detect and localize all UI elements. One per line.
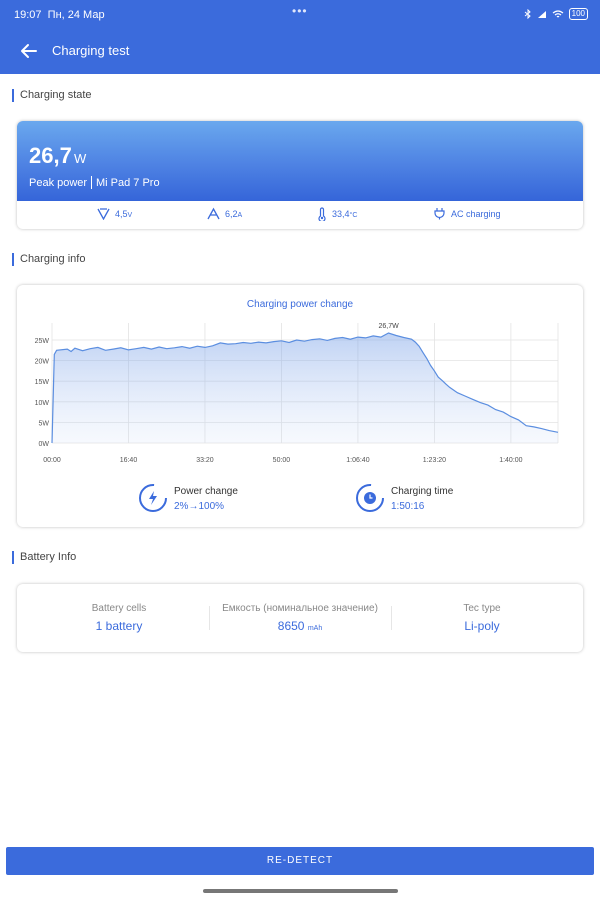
more-dots-icon: ••• [292,4,308,18]
redetect-button[interactable]: RE-DETECT [6,847,594,875]
y-tick-label: 5W [39,420,50,427]
charger-type: AC charging [451,208,501,219]
charging-time-label: Charging time [391,486,454,497]
section-title-charging-info: Charging info [12,253,85,266]
power-change-value: 2%→100% [174,501,225,512]
tec-type-column: Tec type Li-poly [391,584,573,652]
section-title-charging-state: Charging state [12,89,92,102]
power-chart: 0W 5W 10W 15W 20W 25W 00:00 16:40 33:20 50:00 1:06… [35,323,559,464]
battery-cells-value: 1 battery [95,619,143,633]
current-unit: A [237,211,243,219]
x-tick-label: 16:40 [120,457,138,464]
divider [91,176,92,189]
status-bar: 19:07 Пн, 24 Мар ••• 100 [0,0,600,28]
current-value: 6,2 [225,208,238,219]
y-tick-label: 10W [35,400,50,407]
lightning-icon [139,484,167,512]
temperature-value: 33,4 [332,209,350,219]
bluetooth-icon [524,9,531,19]
x-tick-label: 1:06:40 [346,457,369,464]
page-title: Charging test [52,43,130,58]
app-bar: Charging test [0,28,600,74]
voltage-value: 4,5 [115,208,128,219]
x-tick-label: 33:20 [196,457,214,464]
charging-info-card: Charging power change 0W 5W 10W 15W 20W 25W 00… [17,285,583,527]
device-name: Mi Pad 7 Pro [96,177,160,189]
charging-metrics: 4,5V 6,2A 33,4°C AC charging [17,201,583,229]
temperature-metric: 33,4°C [317,207,357,221]
clock-icon [356,484,384,512]
x-tick-label: 1:23:20 [423,457,446,464]
temperature-unit: °C [349,212,358,219]
capacity-column: Емкость (номинальное значение) 8650 mAh [207,584,393,652]
peak-power-unit: W [74,151,87,166]
charging-state-card: 26,7 W Peak power Mi Pad 7 Pro 4,5V 6,2A… [17,121,583,229]
y-tick-label: 20W [35,359,50,366]
x-tick-label: 00:00 [43,457,61,464]
battery-cells-column: Battery cells 1 battery [27,584,211,652]
tec-type-value: Li-poly [464,619,500,633]
power-change-label: Power change [174,486,238,497]
charging-state-header: 26,7 W Peak power Mi Pad 7 Pro [17,121,583,201]
wifi-icon [552,9,564,17]
plug-icon [434,208,445,220]
signal-icon [537,10,546,18]
x-tick-label: 50:00 [273,457,291,464]
thermometer-icon [318,207,326,221]
capacity-value-wrap: 8650 mAh [207,619,393,633]
capacity-label: Емкость (номинальное значение) [222,603,378,614]
battery-info-card: Battery cells 1 battery Емкость (номинал… [17,584,583,652]
current-icon [207,207,220,220]
chart-peak-label: 26,7W [379,323,400,330]
back-arrow-icon[interactable] [18,40,40,62]
section-title-battery-info: Battery Info [12,551,76,564]
capacity-unit: mAh [307,625,323,632]
charger-metric: AC charging [433,207,501,220]
status-time: 19:07 Пн, 24 Мар [14,9,105,21]
voltage-unit: V [127,211,133,219]
y-tick-label: 15W [35,379,50,386]
current-metric: 6,2A [207,207,242,220]
y-tick-label: 25W [35,338,50,345]
tec-type-label: Tec type [463,603,501,614]
battery-icon: 100 [568,8,588,20]
charging-time-value: 1:50:16 [391,501,425,512]
peak-power-label: Peak power [29,177,88,189]
capacity-value: 8650 [277,619,305,633]
voltage-metric: 4,5V [97,207,132,220]
peak-power-value: 26,7 [29,143,72,168]
y-tick-label: 0W [39,441,50,448]
status-icons: 100 [524,8,588,20]
voltage-icon [97,208,110,220]
x-tick-label: 1:40:00 [499,457,522,464]
battery-cells-label: Battery cells [91,603,147,614]
home-indicator[interactable] [203,889,398,893]
